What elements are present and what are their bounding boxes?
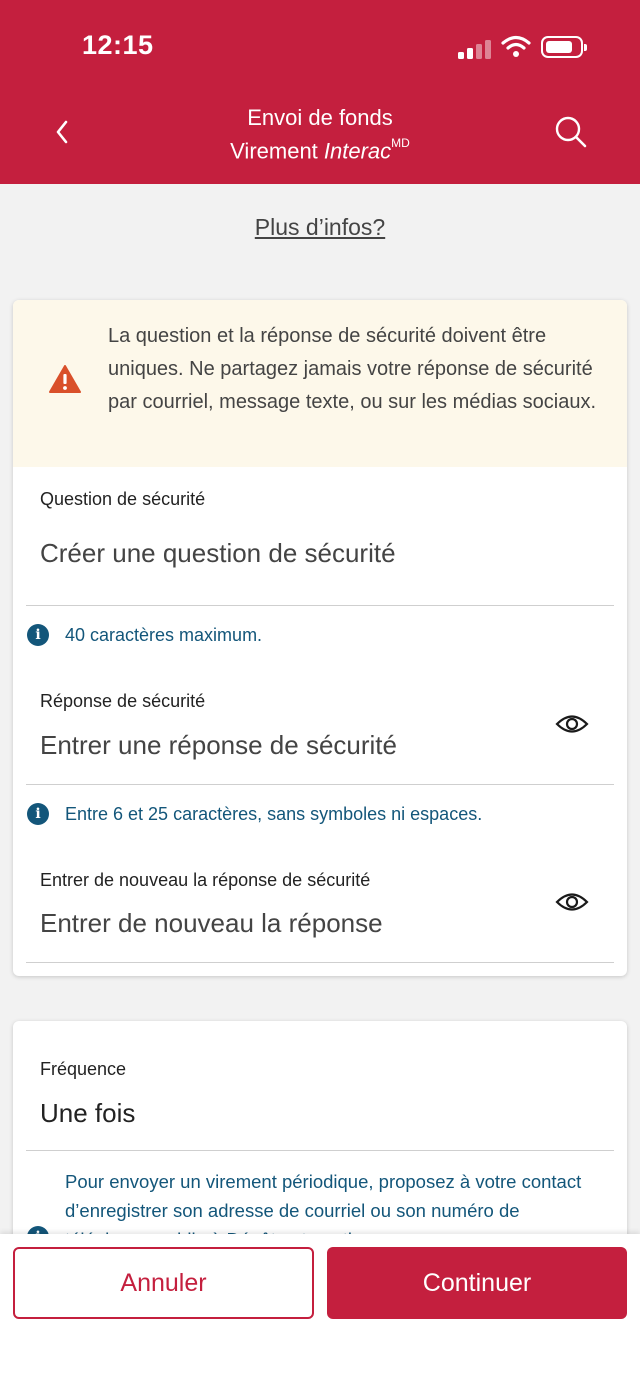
security-question-hint: i 40 caractères maximum.: [27, 624, 262, 646]
app-header: 12:15 Envoi de fonds Virement InteracMD: [0, 0, 640, 184]
confirm-answer-divider: [26, 962, 614, 963]
security-answer-input[interactable]: [40, 730, 540, 761]
cancel-button[interactable]: Annuler: [13, 1247, 314, 1319]
security-warning: La question et la réponse de sécurité do…: [13, 300, 627, 467]
security-question-label: Question de sécurité: [40, 489, 206, 509]
security-card: La question et la réponse de sécurité do…: [13, 300, 627, 976]
action-bar: Annuler Continuer: [0, 1234, 640, 1387]
warning-text: La question et la réponse de sécurité do…: [108, 325, 596, 413]
security-answer-divider: [26, 784, 614, 785]
confirm-answer-label: Entrer de nouveau la réponse de sécurité: [40, 870, 371, 890]
status-time: 12:15: [82, 30, 154, 60]
wifi-icon: [501, 35, 531, 57]
security-answer-hint-text: Entre 6 et 25 caractères, sans symboles …: [65, 803, 483, 824]
page-title: Envoi de fonds Virement InteracMD: [150, 104, 490, 165]
eye-icon: [555, 715, 589, 733]
security-question-input[interactable]: [40, 538, 540, 569]
more-info-link[interactable]: Plus d’infos?: [0, 214, 640, 241]
warning-icon: [49, 365, 81, 393]
confirm-answer-input[interactable]: [40, 908, 540, 939]
chevron-left-icon: [56, 120, 68, 144]
show-confirm-answer-button[interactable]: [552, 887, 592, 917]
frequency-select[interactable]: Une fois: [40, 1098, 135, 1129]
title-line2: Virement InteracMD: [150, 132, 490, 165]
title-line1: Envoi de fonds: [247, 105, 393, 130]
search-button[interactable]: [549, 110, 593, 154]
security-answer-hint: i Entre 6 et 25 caractères, sans symbole…: [27, 803, 482, 825]
security-answer-label: Réponse de sécurité: [40, 691, 206, 711]
title-brand: Interac: [323, 138, 392, 164]
cellular-signal-icon: [458, 37, 492, 59]
frequency-divider: [26, 1150, 614, 1151]
back-button[interactable]: [44, 110, 80, 154]
frequency-label: Fréquence: [40, 1059, 127, 1079]
search-icon: [555, 116, 587, 148]
continue-button[interactable]: Continuer: [327, 1247, 627, 1319]
info-icon: i: [27, 624, 49, 646]
security-question-hint-text: 40 caractères maximum.: [65, 624, 263, 645]
info-icon: i: [27, 803, 49, 825]
security-question-divider: [26, 605, 614, 606]
show-answer-button[interactable]: [552, 709, 592, 739]
eye-icon: [555, 893, 589, 911]
title-trademark: MD: [391, 136, 410, 150]
battery-icon: [541, 36, 587, 58]
title-line2-prefix: Virement: [230, 138, 324, 164]
